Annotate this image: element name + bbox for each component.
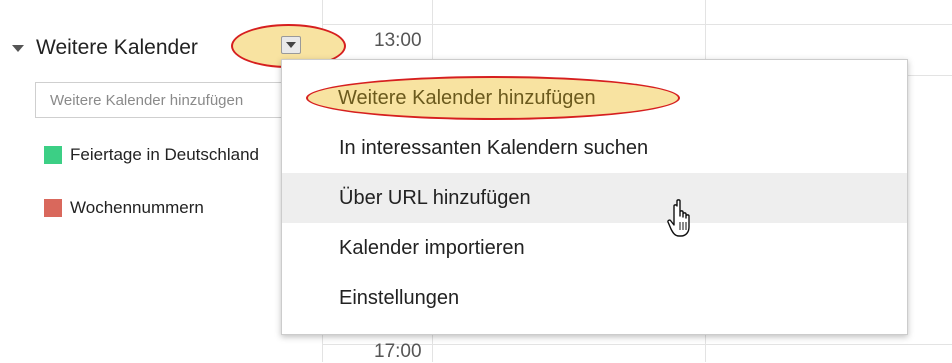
calendar-item-label: Feiertage in Deutschland [70, 145, 260, 164]
time-label: 17:00 [374, 341, 422, 362]
time-label: 13:00 [374, 30, 422, 51]
section-title: Weitere Kalender [36, 36, 198, 59]
menu-item-settings[interactable]: Einstellungen [282, 273, 907, 323]
menu-item-label-overlay: Weitere Kalender hinzufügen [338, 86, 596, 109]
menu-item-label: Einstellungen [339, 286, 460, 309]
grid-line [322, 24, 952, 25]
menu-item-add-by-url[interactable]: Über URL hinzufügen [282, 173, 907, 223]
add-calendar-input[interactable] [35, 82, 295, 118]
calendar-color-swatch[interactable] [44, 146, 62, 164]
menu-item-label: Kalender importieren [339, 236, 525, 259]
calendar-item-holidays[interactable]: Feiertage in Deutschland [44, 142, 259, 168]
dropdown-arrow-icon [286, 42, 296, 48]
other-calendars-header[interactable]: Weitere Kalender [10, 33, 198, 63]
calendar-item-label: Wochennummern [70, 198, 204, 217]
menu-item-label: In interessanten Kalendern suchen [339, 136, 649, 159]
menu-item-browse-calendars[interactable]: In interessanten Kalendern suchen [282, 123, 907, 173]
calendar-item-week-numbers[interactable]: Wochennummern [44, 195, 204, 221]
menu-item-label: Über URL hinzufügen [339, 186, 531, 209]
other-calendars-menu-button[interactable] [281, 36, 301, 54]
hand-cursor-icon [667, 199, 690, 237]
calendar-color-swatch[interactable] [44, 199, 62, 217]
menu-item-import-calendar[interactable]: Kalender importieren [282, 223, 907, 273]
collapse-arrow-icon[interactable] [12, 44, 24, 52]
